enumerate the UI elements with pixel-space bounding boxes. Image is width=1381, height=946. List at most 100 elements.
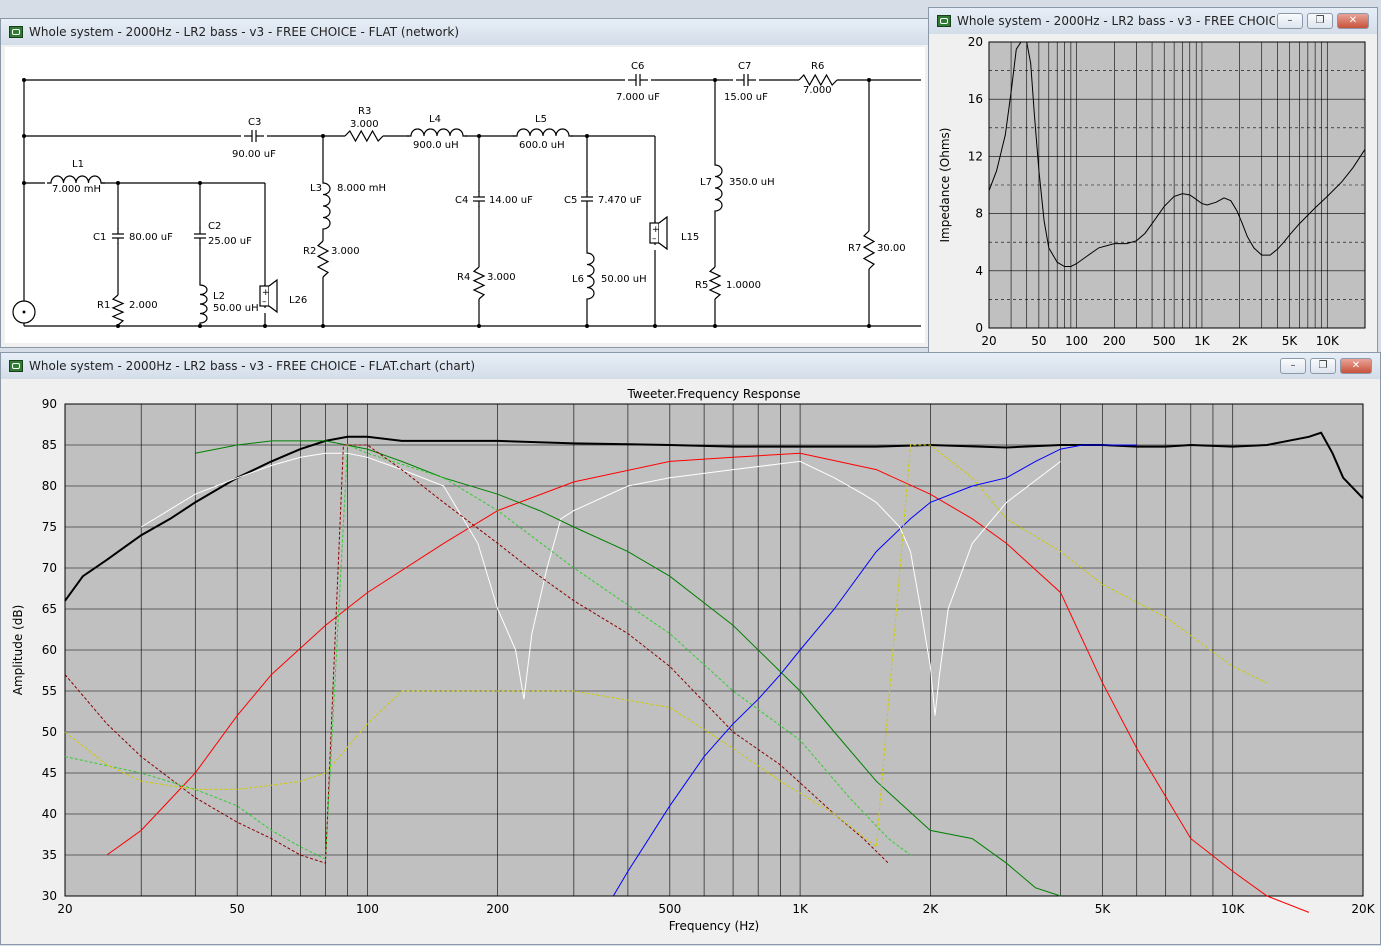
network-window-title: Whole system - 2000Hz - LR2 bass - v3 - … xyxy=(29,25,460,39)
x-tick-label: 50 xyxy=(230,902,245,916)
minimize-icon[interactable]: – xyxy=(1280,358,1306,374)
label-c4-name: C4 xyxy=(455,195,468,206)
x-tick-label: 5K xyxy=(1095,902,1112,916)
y-tick-label: 60 xyxy=(42,643,57,657)
frequency-response-chart[interactable]: 20 50 100 200 500 1K 2K 5K 10K 20K 30 35 40 45 50 55 60 6… xyxy=(5,380,1378,942)
label-r2-name: R2 xyxy=(303,246,316,257)
y-axis-label: Impedance (Ohms) xyxy=(938,128,952,243)
app-icon xyxy=(9,26,23,38)
label-l4-value: 900.0 uH xyxy=(413,140,459,151)
label-l3-value: 8.000 mH xyxy=(337,183,386,194)
minimize-icon[interactable]: – xyxy=(1277,13,1303,29)
label-r6-value: 7.000 xyxy=(803,85,832,96)
x-tick-label: 50 xyxy=(1031,334,1046,348)
x-tick-label: 2K xyxy=(923,902,940,916)
x-tick-label: 1K xyxy=(1194,334,1211,348)
label-l2-value: 50.00 uH xyxy=(213,303,259,314)
label-c6-value: 7.000 uF xyxy=(616,92,660,103)
label-l7-name: L7 xyxy=(700,177,712,188)
x-tick-label: 20K xyxy=(1351,902,1375,916)
y-axis-label: Amplitude (dB) xyxy=(11,605,25,696)
response-plot-pane[interactable]: 20 50 100 200 500 1K 2K 5K 10K 20K 30 35 40 45 50 55 60 6… xyxy=(5,380,1378,942)
network-window-titlebar[interactable]: Whole system - 2000Hz - LR2 bass - v3 - … xyxy=(1,19,929,45)
label-r4-value: 3.000 xyxy=(487,272,516,283)
label-c7-value: 15.00 uF xyxy=(724,92,768,103)
label-c3-value: 90.00 uF xyxy=(232,149,276,160)
label-r3-name: R3 xyxy=(358,106,371,117)
chart-window[interactable]: Whole system - 2000Hz - LR2 bass - v3 - … xyxy=(0,352,1381,945)
label-c2-value: 25.00 uF xyxy=(208,236,252,247)
label-r1-name: R1 xyxy=(97,300,110,311)
label-c3-name: C3 xyxy=(248,117,261,128)
label-l1-name: L1 xyxy=(72,159,84,170)
network-schematic[interactable]: +–+– L17.000 mHC1 80.00 uFR1 2.000C225.00 … xyxy=(5,47,925,343)
label-l5-value: 600.0 uH xyxy=(519,140,565,151)
x-tick-label: 10K xyxy=(1221,902,1245,916)
y-tick-label: 35 xyxy=(42,848,57,862)
close-icon[interactable]: ✕ xyxy=(1337,13,1369,29)
y-tick-label: 45 xyxy=(42,766,57,780)
impedance-window-controls: – ❐ ✕ xyxy=(1277,13,1369,29)
y-tick-label: 80 xyxy=(42,479,57,493)
impedance-window-titlebar[interactable]: Whole system - 2000Hz - LR2 bass - v3 - … xyxy=(929,8,1377,34)
chart-window-controls: – ❐ ✕ xyxy=(1280,358,1372,374)
y-tick-label: 55 xyxy=(42,684,57,698)
network-schematic-pane[interactable]: + – + – L1 7.000 mH C1 80.00 uF R1 2.000 C2 25.00 … xyxy=(5,47,925,343)
label-l6-value: 50.00 uH xyxy=(601,274,647,285)
y-tick-label: 85 xyxy=(42,438,57,452)
y-tick-label: 30 xyxy=(42,889,57,903)
polarity-minus-icon: – xyxy=(262,297,267,307)
label-l26-name: L26 xyxy=(289,295,307,306)
x-tick-label: 200 xyxy=(1103,334,1126,348)
label-r3-value: 3.000 xyxy=(350,119,379,130)
label-r5-value: 1.0000 xyxy=(726,280,761,291)
y-tick-label: 65 xyxy=(42,602,57,616)
label-c5-name: C5 xyxy=(564,195,577,206)
y-tick-label: 12 xyxy=(968,149,983,163)
x-tick-label: 200 xyxy=(486,902,509,916)
y-tick-label: 4 xyxy=(975,264,983,278)
chart-title: Tweeter.Frequency Response xyxy=(626,387,800,401)
label-c4-value: 14.00 uF xyxy=(489,195,533,206)
label-r7-name: R7 xyxy=(848,243,861,254)
x-tick-label: 500 xyxy=(1153,334,1176,348)
y-tick-label: 70 xyxy=(42,561,57,575)
y-tick-label: 0 xyxy=(975,321,983,335)
source-dot xyxy=(22,310,26,314)
x-tick-label: 20 xyxy=(57,902,72,916)
label-l6-name: L6 xyxy=(572,274,584,285)
close-icon[interactable]: ✕ xyxy=(1340,358,1372,374)
label-l2-name: L2 xyxy=(213,291,225,302)
x-tick-label: 100 xyxy=(356,902,379,916)
label-r5-name: R5 xyxy=(695,280,708,291)
chart-window-title: Whole system - 2000Hz - LR2 bass - v3 - … xyxy=(29,359,476,373)
label-c1-value: 80.00 uF xyxy=(129,232,173,243)
x-tick-label: 500 xyxy=(658,902,681,916)
network-window[interactable]: Whole system - 2000Hz - LR2 bass - v3 - … xyxy=(0,18,930,348)
impedance-window[interactable]: Whole system - 2000Hz - LR2 bass - v3 - … xyxy=(928,7,1378,353)
impedance-chart[interactable]: 20 50 100 200 500 1K 2K 5K 10K 0 4 8 12 16 20 Impedance… xyxy=(933,34,1375,350)
x-tick-label: 10K xyxy=(1316,334,1340,348)
app-icon xyxy=(9,360,23,372)
y-tick-label: 40 xyxy=(42,807,57,821)
impedance-plot-pane[interactable]: 20 50 100 200 500 1K 2K 5K 10K 0 4 8 12 16 20 Impedance… xyxy=(933,34,1375,350)
label-l7-value: 350.0 uH xyxy=(729,177,775,188)
label-r2-value: 3.000 xyxy=(331,246,360,257)
x-tick-label: 20 xyxy=(981,334,996,348)
x-tick-label: 1K xyxy=(792,902,809,916)
label-r1-value: 2.000 xyxy=(129,300,158,311)
label-l4-name: L4 xyxy=(429,114,441,125)
x-tick-label: 2K xyxy=(1232,334,1249,348)
polarity-minus-icon: – xyxy=(652,234,657,244)
restore-icon[interactable]: ❐ xyxy=(1307,13,1333,29)
label-l3-name: L3 xyxy=(310,183,322,194)
restore-icon[interactable]: ❐ xyxy=(1310,358,1336,374)
y-tick-label: 90 xyxy=(42,397,57,411)
y-tick-label: 50 xyxy=(42,725,57,739)
label-c5-value: 7.470 uF xyxy=(598,195,642,206)
label-r4-name: R4 xyxy=(457,272,470,283)
chart-window-titlebar[interactable]: Whole system - 2000Hz - LR2 bass - v3 - … xyxy=(1,353,1380,379)
label-r7-value: 30.00 xyxy=(877,243,906,254)
y-tick-label: 16 xyxy=(968,92,983,106)
label-l15-name: L15 xyxy=(681,232,699,243)
